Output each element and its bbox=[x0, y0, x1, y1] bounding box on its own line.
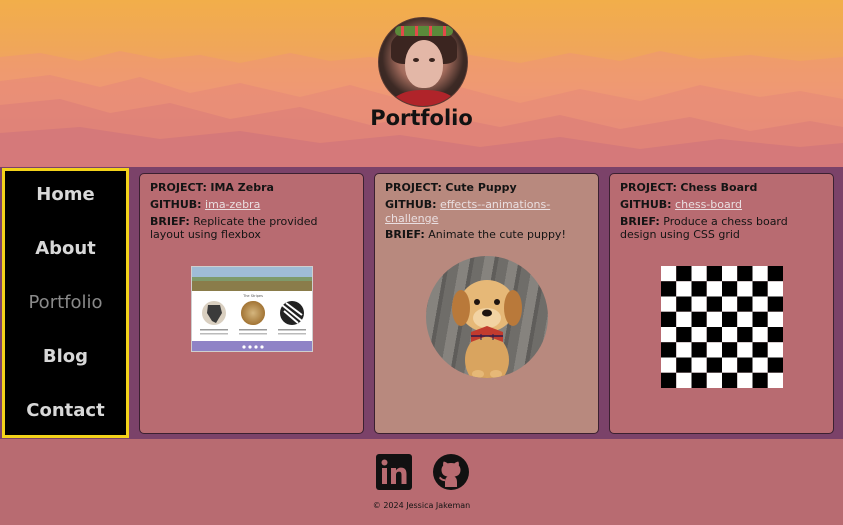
chess-square bbox=[661, 357, 677, 373]
chess-square bbox=[661, 372, 677, 388]
hero-banner: Portfolio bbox=[0, 0, 843, 167]
chess-square bbox=[661, 281, 677, 297]
chess-square bbox=[767, 372, 783, 388]
project-name: IMA Zebra bbox=[210, 181, 274, 194]
chess-square bbox=[691, 372, 707, 388]
project-name: Chess Board bbox=[680, 181, 758, 194]
github-label: GITHUB: bbox=[385, 197, 437, 211]
chess-square bbox=[752, 281, 768, 297]
chess-board-image[interactable] bbox=[661, 266, 783, 388]
brief-label: BRIEF: bbox=[620, 214, 660, 228]
chess-square bbox=[706, 311, 722, 327]
nav-item-portfolio[interactable]: Portfolio bbox=[5, 292, 126, 313]
chess-square bbox=[706, 266, 722, 282]
chess-square bbox=[676, 296, 692, 312]
chess-square bbox=[722, 296, 738, 312]
chess-square bbox=[722, 342, 738, 358]
chess-square bbox=[676, 327, 692, 343]
brief-label: BRIEF: bbox=[385, 228, 425, 242]
github-icon[interactable] bbox=[433, 454, 469, 490]
chess-square bbox=[737, 372, 753, 388]
chess-square bbox=[722, 311, 738, 327]
chess-square bbox=[706, 281, 722, 297]
chess-square bbox=[722, 357, 738, 373]
chess-square bbox=[737, 327, 753, 343]
github-link[interactable]: ima-zebra bbox=[205, 198, 260, 211]
chess-square bbox=[722, 327, 738, 343]
chess-square bbox=[767, 327, 783, 343]
chess-square bbox=[706, 327, 722, 343]
chess-square bbox=[676, 357, 692, 373]
nav-item-home[interactable]: Home bbox=[5, 184, 126, 205]
chess-square bbox=[691, 342, 707, 358]
chess-square bbox=[752, 342, 768, 358]
chess-square bbox=[722, 281, 738, 297]
side-navigation: Home About Portfolio Blog Contact bbox=[2, 168, 129, 438]
chess-square bbox=[691, 281, 707, 297]
chess-square bbox=[767, 357, 783, 373]
chess-square bbox=[676, 266, 692, 282]
chess-square bbox=[691, 327, 707, 343]
brief-label: BRIEF: bbox=[150, 214, 190, 228]
github-label: GITHUB: bbox=[620, 197, 672, 211]
project-name: Cute Puppy bbox=[445, 181, 517, 194]
puppy-image[interactable] bbox=[426, 256, 548, 378]
chess-square bbox=[752, 266, 768, 282]
project-card-zebra: PROJECT: IMA Zebra GITHUB: ima-zebra BRI… bbox=[139, 173, 364, 434]
chess-square bbox=[767, 266, 783, 282]
chess-square bbox=[661, 311, 677, 327]
chess-square bbox=[737, 357, 753, 373]
chess-square bbox=[767, 342, 783, 358]
chess-square bbox=[737, 266, 753, 282]
chess-square bbox=[722, 372, 738, 388]
chess-square bbox=[691, 266, 707, 282]
chess-square bbox=[706, 342, 722, 358]
chess-square bbox=[737, 342, 753, 358]
chess-square bbox=[676, 281, 692, 297]
chess-square bbox=[661, 327, 677, 343]
chess-square bbox=[722, 266, 738, 282]
chess-square bbox=[706, 296, 722, 312]
chess-square bbox=[737, 311, 753, 327]
project-label: PROJECT: bbox=[385, 181, 442, 194]
github-label: GITHUB: bbox=[150, 197, 202, 211]
project-card-chess: PROJECT: Chess Board GITHUB: chess-board… bbox=[609, 173, 834, 434]
thumbnail-title: The Stripes bbox=[242, 294, 263, 298]
chess-square bbox=[691, 357, 707, 373]
linkedin-icon[interactable] bbox=[376, 454, 412, 490]
chess-square bbox=[676, 342, 692, 358]
page-title: Portfolio bbox=[370, 106, 473, 130]
chess-square bbox=[752, 357, 768, 373]
chess-square bbox=[676, 311, 692, 327]
chess-square bbox=[706, 357, 722, 373]
chess-square bbox=[752, 372, 768, 388]
nav-item-contact[interactable]: Contact bbox=[5, 400, 126, 421]
chess-square bbox=[706, 372, 722, 388]
project-thumbnail[interactable]: The Stripes bbox=[191, 266, 313, 352]
chess-square bbox=[691, 296, 707, 312]
nav-item-about[interactable]: About bbox=[5, 238, 126, 259]
github-link[interactable]: chess-board bbox=[675, 198, 742, 211]
chess-square bbox=[752, 296, 768, 312]
chess-square bbox=[737, 281, 753, 297]
chess-square bbox=[676, 372, 692, 388]
chess-square bbox=[767, 311, 783, 327]
chess-square bbox=[737, 296, 753, 312]
chess-square bbox=[661, 266, 677, 282]
chess-square bbox=[752, 327, 768, 343]
chess-square bbox=[767, 281, 783, 297]
chess-square bbox=[661, 342, 677, 358]
chess-square bbox=[752, 311, 768, 327]
project-label: PROJECT: bbox=[620, 181, 677, 194]
chess-square bbox=[767, 296, 783, 312]
nav-item-blog[interactable]: Blog bbox=[5, 346, 126, 367]
avatar bbox=[378, 17, 468, 107]
footer-copyright: © 2024 Jessica Jakeman bbox=[372, 501, 471, 510]
project-label: PROJECT: bbox=[150, 181, 207, 194]
chess-square bbox=[691, 311, 707, 327]
project-card-puppy: PROJECT: Cute Puppy GITHUB: effects--ani… bbox=[374, 173, 599, 434]
brief-text: Animate the cute puppy! bbox=[428, 228, 566, 242]
chess-square bbox=[661, 296, 677, 312]
